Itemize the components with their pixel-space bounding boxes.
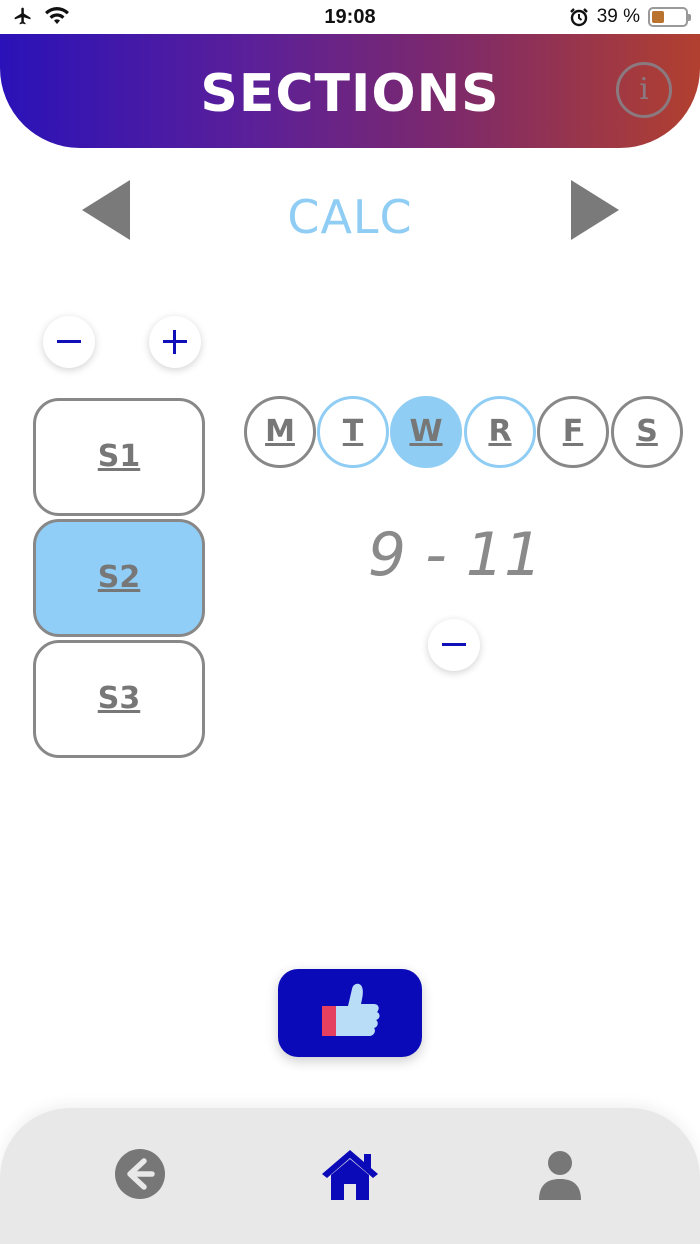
battery-level xyxy=(652,11,665,23)
day-toggle-f[interactable]: F xyxy=(537,396,609,468)
battery-icon xyxy=(648,7,691,27)
day-toggle-r[interactable]: R xyxy=(464,396,536,468)
confirm-button[interactable] xyxy=(278,969,422,1057)
section-card-s3[interactable]: S3 xyxy=(33,640,205,758)
nav-home[interactable] xyxy=(320,1144,380,1204)
day-toggle-t[interactable]: T xyxy=(317,396,389,468)
status-bar: 19:08 39 % xyxy=(0,0,700,34)
nav-back[interactable] xyxy=(110,1144,170,1204)
remove-section-button[interactable] xyxy=(43,316,95,368)
section-card-s1[interactable]: S1 xyxy=(33,398,205,516)
info-icon[interactable]: i xyxy=(616,62,672,118)
day-toggle-m[interactable]: M xyxy=(244,396,316,468)
bottom-navigation xyxy=(0,1108,700,1244)
page-title: SECTIONS xyxy=(200,64,500,124)
home-icon xyxy=(322,1150,378,1200)
add-section-button[interactable] xyxy=(149,316,201,368)
minus-icon xyxy=(57,340,81,343)
alarm-icon xyxy=(569,8,588,27)
nav-profile[interactable] xyxy=(530,1144,590,1204)
user-icon xyxy=(539,1151,581,1200)
next-course-button[interactable] xyxy=(571,180,619,240)
battery-percent: 39 % xyxy=(596,6,640,27)
remove-time-button[interactable] xyxy=(428,619,480,671)
course-title: CALC xyxy=(287,190,413,244)
minus-icon xyxy=(442,643,466,646)
back-arrow-icon xyxy=(115,1149,165,1199)
section-card-s2[interactable]: S2 xyxy=(33,519,205,637)
day-toggle-s[interactable]: S xyxy=(611,396,683,468)
status-icons-right: 39 % xyxy=(569,6,691,28)
previous-course-button[interactable] xyxy=(82,180,130,240)
day-toggle-w[interactable]: W xyxy=(390,396,462,468)
time-range[interactable]: 9 - 11 xyxy=(320,520,590,590)
plus-icon-v xyxy=(173,330,176,354)
thumbs-up-icon xyxy=(322,983,380,1036)
header-bar: SECTIONS i xyxy=(0,34,700,148)
